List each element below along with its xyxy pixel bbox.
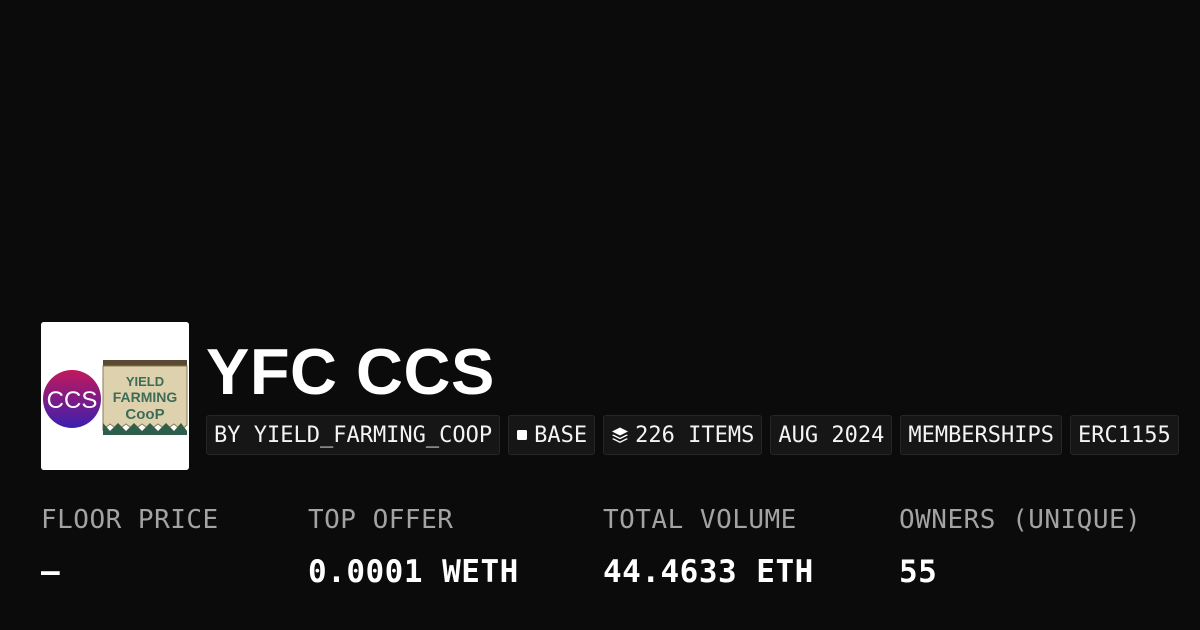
total-volume-stat: TOTAL VOLUME 44.4633 ETH bbox=[603, 502, 814, 592]
collection-chips: BY YIELD_FARMING_COOP BASE 226 ITEMS AUG… bbox=[206, 415, 1179, 455]
layers-icon bbox=[611, 426, 629, 444]
collection-stats: FLOOR PRICE – TOP OFFER 0.0001 WETH TOTA… bbox=[41, 502, 1200, 602]
ccs-badge-text: CCS bbox=[47, 387, 98, 414]
items-chip[interactable]: 226 ITEMS bbox=[603, 415, 763, 455]
category-chip-label: MEMBERSHIPS bbox=[908, 422, 1055, 448]
top-offer-label: TOP OFFER bbox=[308, 505, 454, 535]
total-volume-value: 44.4633 ETH bbox=[603, 554, 814, 590]
top-offer-stat: TOP OFFER 0.0001 WETH bbox=[308, 502, 519, 592]
svg-text:FARMING: FARMING bbox=[113, 389, 178, 405]
token-standard-chip[interactable]: ERC1155 bbox=[1070, 415, 1179, 455]
owners-stat: OWNERS (UNIQUE) 55 bbox=[899, 502, 1141, 592]
creator-chip-label: BY YIELD_FARMING_COOP bbox=[214, 422, 493, 448]
floor-price-label: FLOOR PRICE bbox=[41, 505, 219, 535]
owners-label: OWNERS (UNIQUE) bbox=[899, 505, 1142, 535]
svg-text:CooP: CooP bbox=[125, 406, 164, 423]
date-chip-label: AUG 2024 bbox=[778, 422, 885, 448]
date-chip[interactable]: AUG 2024 bbox=[770, 415, 893, 455]
creator-chip[interactable]: BY YIELD_FARMING_COOP bbox=[206, 415, 501, 455]
collection-title: YFC CCS bbox=[206, 335, 495, 408]
logo-artwork: CCS YIELD FARMING CooP bbox=[41, 322, 189, 470]
category-chip[interactable]: MEMBERSHIPS bbox=[900, 415, 1063, 455]
token-standard-chip-label: ERC1155 bbox=[1078, 422, 1171, 448]
floor-price-stat: FLOOR PRICE – bbox=[41, 502, 219, 592]
collection-logo[interactable]: CCS YIELD FARMING CooP bbox=[41, 322, 189, 470]
yield-farming-coop-banner: YIELD FARMING CooP bbox=[102, 360, 188, 435]
owners-value: 55 bbox=[899, 554, 938, 590]
square-icon bbox=[516, 429, 528, 441]
chain-chip[interactable]: BASE bbox=[508, 415, 596, 455]
chain-chip-label: BASE bbox=[534, 422, 588, 448]
floor-price-value: – bbox=[41, 554, 61, 590]
top-offer-value: 0.0001 WETH bbox=[308, 554, 519, 590]
svg-text:YIELD: YIELD bbox=[126, 374, 164, 389]
items-chip-label: 226 ITEMS bbox=[635, 422, 755, 448]
total-volume-label: TOTAL VOLUME bbox=[603, 505, 797, 535]
